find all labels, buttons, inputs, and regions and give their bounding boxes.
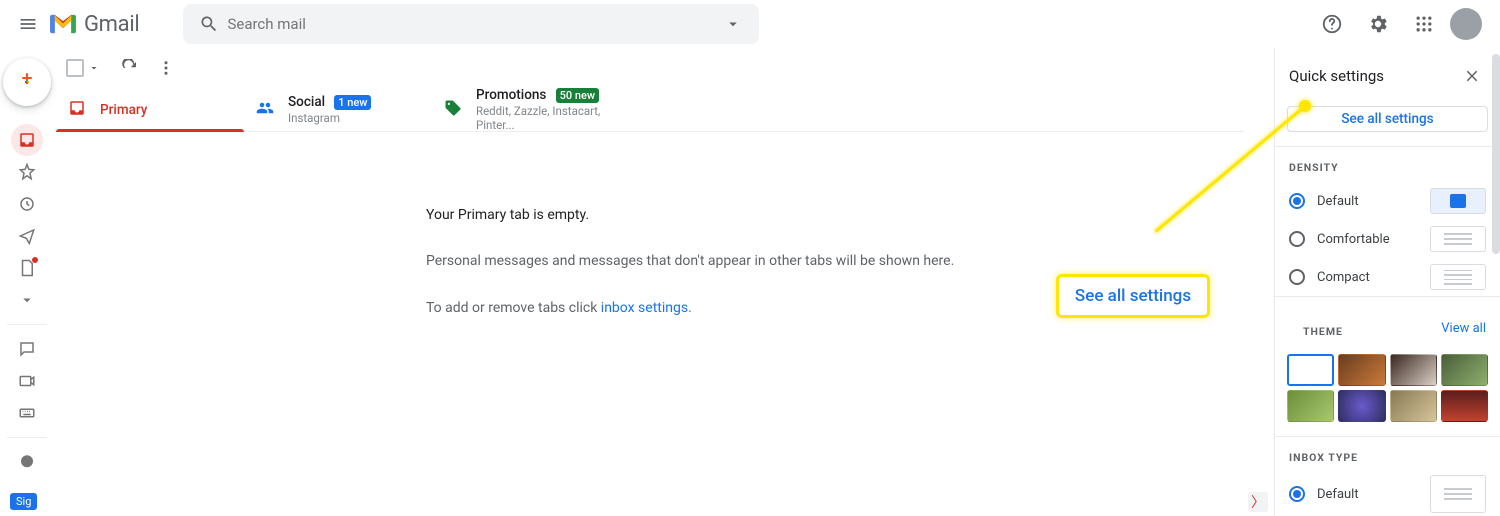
tab-promotions-badge: 50 new — [556, 88, 599, 103]
inbox-icon — [68, 99, 86, 121]
header-bar: Gmail — [0, 0, 1500, 48]
search-input[interactable] — [227, 15, 715, 33]
density-heading: Density — [1275, 147, 1500, 182]
radio-icon — [1289, 486, 1305, 502]
tab-promotions[interactable]: Promotions 50 new Reddit, Zazzle, Instac… — [432, 88, 620, 131]
density-compact-thumb — [1430, 264, 1486, 290]
empty-line2-post: . — [688, 300, 692, 316]
sign-in-chip[interactable]: Sig — [10, 493, 37, 510]
support-icon[interactable] — [1312, 4, 1352, 44]
quick-settings-title: Quick settings — [1289, 67, 1384, 85]
radio-icon — [1289, 231, 1305, 247]
callout-origin-dot — [1299, 100, 1311, 112]
empty-state-heading: Your Primary tab is empty. — [426, 204, 1244, 226]
sidebar-sent[interactable] — [11, 220, 43, 252]
density-comfortable-label: Comfortable — [1317, 232, 1390, 247]
drafts-unread-dot-icon — [32, 257, 38, 263]
inbox-type-section: Inbox type Default Customize Important f… — [1275, 436, 1500, 516]
tab-social[interactable]: Social 1 new Instagram — [244, 88, 432, 131]
tab-primary-label: Primary — [100, 102, 147, 118]
inbox-settings-link[interactable]: inbox settings — [601, 300, 688, 316]
theme-tile-1[interactable] — [1287, 354, 1334, 386]
theme-tile-4[interactable] — [1441, 354, 1488, 386]
theme-tile-5[interactable] — [1287, 390, 1334, 422]
see-all-settings-button[interactable]: See all settings — [1287, 106, 1488, 132]
theme-tile-8[interactable] — [1441, 390, 1488, 422]
left-rail: Sig — [0, 48, 54, 516]
feedback-icon[interactable]: 〉 — [1248, 492, 1268, 512]
menu-icon[interactable] — [8, 4, 48, 44]
theme-section: Theme View all — [1275, 296, 1500, 436]
close-panel-icon[interactable] — [1458, 62, 1486, 90]
tab-social-sub: Instagram — [288, 111, 371, 125]
sidebar-chat[interactable] — [11, 333, 43, 365]
radio-icon — [1289, 193, 1305, 209]
inbox-type-default-label: Default — [1317, 487, 1359, 502]
sidebar-more[interactable] — [11, 284, 43, 316]
select-dropdown-icon[interactable] — [86, 60, 102, 76]
mail-toolbar — [56, 48, 1244, 88]
inbox-type-heading: Inbox type — [1275, 437, 1500, 472]
gmail-logo[interactable]: Gmail — [48, 12, 169, 37]
sidebar-separator-2 — [7, 437, 47, 438]
density-section: Density Default Comfortable Compact — [1275, 146, 1500, 296]
theme-tile-3[interactable] — [1390, 354, 1437, 386]
header-right-actions — [1312, 4, 1492, 44]
tab-promotions-sub: Reddit, Zazzle, Instacart, Pinter... — [476, 104, 608, 132]
theme-tile-7[interactable] — [1390, 390, 1437, 422]
theme-heading: Theme — [1289, 311, 1357, 346]
theme-view-all-link[interactable]: View all — [1441, 321, 1486, 336]
people-icon — [256, 99, 274, 121]
tab-social-badge: 1 new — [334, 95, 371, 110]
sidebar-meet[interactable] — [11, 365, 43, 397]
density-default-thumb — [1430, 188, 1486, 214]
empty-state-line2: To add or remove tabs click inbox settin… — [426, 297, 1244, 319]
panel-scrollbar[interactable] — [1488, 48, 1500, 516]
main-content: Your Primary tab is empty. Personal mess… — [56, 132, 1244, 516]
sidebar-inbox[interactable] — [11, 124, 43, 156]
density-option-compact[interactable]: Compact — [1275, 258, 1500, 296]
radio-icon — [1289, 269, 1305, 285]
more-actions-button[interactable] — [148, 50, 184, 86]
quick-settings-panel: Quick settings See all settings Density … — [1274, 48, 1500, 516]
sidebar-hangouts[interactable] — [11, 446, 43, 478]
inbox-type-default[interactable]: Default — [1275, 472, 1500, 516]
theme-tile-6[interactable] — [1338, 390, 1385, 422]
empty-line2-pre: To add or remove tabs click — [426, 300, 601, 316]
density-default-label: Default — [1317, 194, 1359, 209]
gmail-logo-text: Gmail — [84, 12, 139, 37]
select-all-checkbox[interactable] — [66, 59, 84, 77]
gmail-m-icon — [48, 13, 78, 35]
apps-grid-icon[interactable] — [1404, 4, 1444, 44]
search-options-icon[interactable] — [715, 6, 751, 42]
sidebar-starred[interactable] — [11, 156, 43, 188]
sidebar-keyboard[interactable] — [11, 397, 43, 429]
density-option-default[interactable]: Default — [1275, 182, 1500, 220]
tab-promotions-label: Promotions — [476, 87, 546, 103]
tag-icon — [444, 99, 462, 121]
density-comfortable-thumb — [1430, 226, 1486, 252]
search-bar[interactable] — [183, 4, 759, 44]
tab-primary[interactable]: Primary — [56, 88, 244, 131]
sidebar-separator — [7, 324, 47, 325]
sidebar-snoozed[interactable] — [11, 188, 43, 220]
category-tabs: Primary Social 1 new Instagram Promotion… — [56, 88, 1244, 132]
compose-button[interactable] — [3, 58, 51, 106]
sidebar-drafts[interactable] — [11, 252, 43, 284]
empty-state-line1: Personal messages and messages that don'… — [426, 250, 1244, 272]
feedback-rail: 〉 — [1244, 48, 1272, 516]
tab-social-label: Social — [288, 94, 325, 110]
inbox-type-default-thumb — [1430, 475, 1486, 513]
density-compact-label: Compact — [1317, 270, 1370, 285]
density-option-comfortable[interactable]: Comfortable — [1275, 220, 1500, 258]
account-avatar[interactable] — [1450, 8, 1482, 40]
theme-tile-2[interactable] — [1338, 354, 1385, 386]
settings-gear-icon[interactable] — [1358, 4, 1398, 44]
refresh-button[interactable] — [112, 50, 148, 86]
search-icon[interactable] — [191, 6, 227, 42]
